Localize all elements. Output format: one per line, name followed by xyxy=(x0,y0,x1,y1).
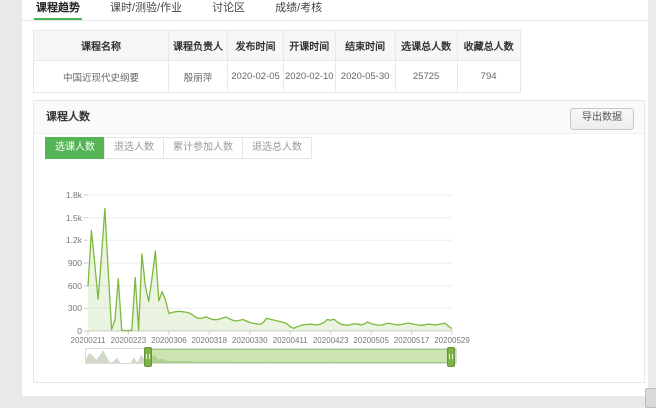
header-end-time: 结束时间 xyxy=(335,31,395,61)
datazoom-slider[interactable] xyxy=(85,348,457,364)
x-axis-tick-label: 20200517 xyxy=(390,336,434,345)
x-axis-tick-label: 20200505 xyxy=(349,336,393,345)
tab-course-trend[interactable]: 课程趋势 xyxy=(34,0,82,20)
cell-course-leader: 殷丽萍 xyxy=(169,61,228,93)
x-axis-tick-label: 20200330 xyxy=(228,336,272,345)
trend-line-chart xyxy=(88,195,452,331)
course-info-table: 课程名称 课程负责人 发布时间 开课时间 结束时间 选课总人数 收藏总人数 中国… xyxy=(33,30,521,93)
table-row: 中国近现代史纲要 殷丽萍 2020-02-05 2020-02-10 2020-… xyxy=(34,61,521,93)
y-axis-tick-label: 1.8k xyxy=(42,190,82,200)
y-axis-tick-label: 300 xyxy=(42,303,82,313)
cell-total-favorites: 794 xyxy=(457,61,520,93)
cell-total-enrolled: 25725 xyxy=(395,61,457,93)
header-course-leader: 课程负责人 xyxy=(169,31,228,61)
corner-widget-icon[interactable] xyxy=(645,388,656,408)
cell-publish-time: 2020-02-05 xyxy=(228,61,284,93)
x-axis-tick-label: 20200423 xyxy=(309,336,353,345)
tab-withdrawn-count[interactable]: 退选人数 xyxy=(104,137,164,159)
y-axis-tick-label: 600 xyxy=(42,281,82,291)
header-publish-time: 发布时间 xyxy=(228,31,284,61)
header-total-enrolled: 选课总人数 xyxy=(395,31,457,61)
scrollbar-track[interactable] xyxy=(648,0,656,396)
cell-start-time: 2020-02-10 xyxy=(284,61,336,93)
main-content: 课程趋势 课时/测验/作业 讨论区 成绩/考核 课程名称 课程负责人 发布时间 … xyxy=(22,0,648,396)
export-data-button[interactable]: 导出数据 xyxy=(570,108,634,130)
y-axis-tick-label: 0 xyxy=(42,326,82,336)
tab-grades-assessment[interactable]: 成绩/考核 xyxy=(273,0,324,20)
panel-header: 课程人数 导出数据 xyxy=(34,101,644,134)
cell-end-time: 2020-05-30 xyxy=(335,61,395,93)
top-tab-bar: 课程趋势 课时/测验/作业 讨论区 成绩/考核 xyxy=(22,0,648,21)
x-axis-tick-label: 20200318 xyxy=(187,336,231,345)
panel-title: 课程人数 xyxy=(46,101,90,134)
x-axis-tick-label: 20200223 xyxy=(106,336,150,345)
page: { "top_tabs": { "items": [ {"label": "课程… xyxy=(0,0,656,406)
x-axis-tick-label: 20200411 xyxy=(268,336,312,345)
tab-total-withdrawn[interactable]: 退选总人数 xyxy=(242,137,312,159)
header-start-time: 开课时间 xyxy=(284,31,336,61)
datazoom-selected-range[interactable] xyxy=(147,349,456,363)
tab-discussion[interactable]: 讨论区 xyxy=(210,0,247,20)
tab-enrolled-count[interactable]: 选课人数 xyxy=(45,137,105,159)
datazoom-right-handle[interactable] xyxy=(447,347,455,367)
x-axis-tick-label: 20200211 xyxy=(66,336,110,345)
y-axis-tick-label: 1.5k xyxy=(42,213,82,223)
y-axis-tick-label: 900 xyxy=(42,258,82,268)
y-axis-tick-label: 1.2k xyxy=(42,235,82,245)
tab-cumulative-participants[interactable]: 累计参加人数 xyxy=(163,137,243,159)
x-axis-tick-label: 20200529 xyxy=(430,336,474,345)
header-course-name: 课程名称 xyxy=(34,31,169,61)
datazoom-left-handle[interactable] xyxy=(144,347,152,367)
chart-metric-tabs: 选课人数 退选人数 累计参加人数 退选总人数 xyxy=(45,137,312,159)
tab-lessons-tests-homework[interactable]: 课时/测验/作业 xyxy=(108,0,184,20)
cell-course-name: 中国近现代史纲要 xyxy=(34,61,169,93)
x-axis-tick-label: 20200306 xyxy=(147,336,191,345)
header-total-favorites: 收藏总人数 xyxy=(457,31,520,61)
table-header-row: 课程名称 课程负责人 发布时间 开课时间 结束时间 选课总人数 收藏总人数 xyxy=(34,31,521,61)
